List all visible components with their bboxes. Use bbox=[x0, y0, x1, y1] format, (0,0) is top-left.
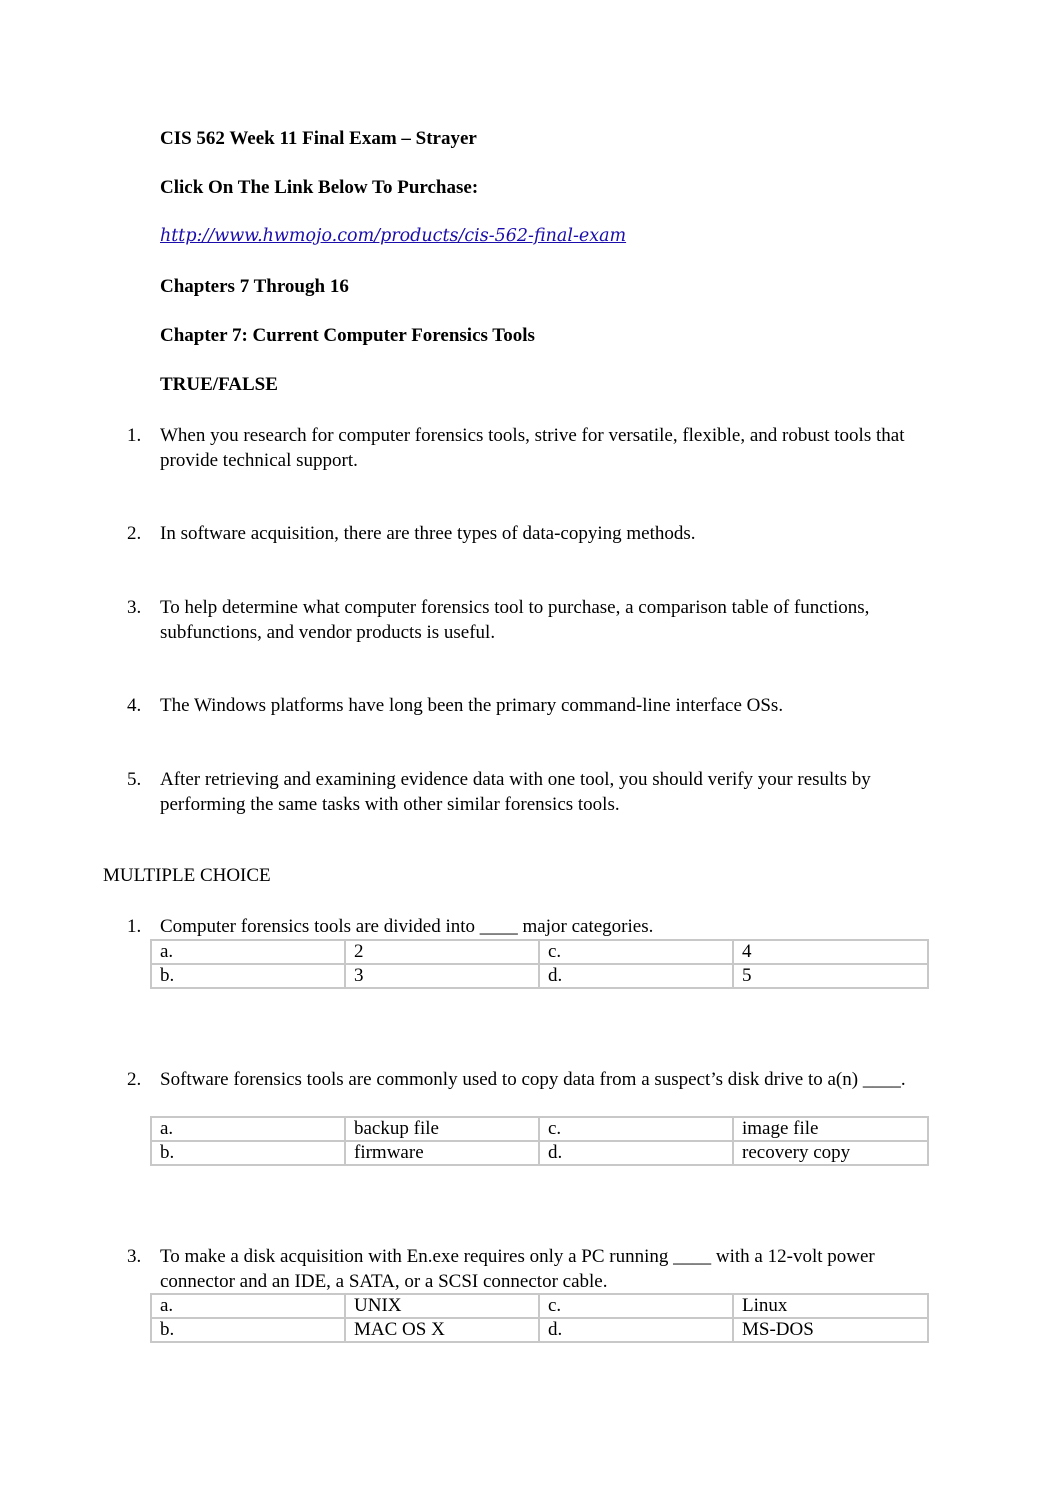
option-value: 5 bbox=[732, 963, 929, 989]
question-text: To help determine what computer forensic… bbox=[160, 597, 870, 643]
option-value: backup file bbox=[344, 1116, 540, 1142]
option-letter: c. bbox=[538, 1293, 734, 1319]
options-row: b. 3 d. 5 bbox=[150, 963, 929, 989]
question-number: 2. bbox=[127, 1069, 142, 1090]
question-number: 1. bbox=[127, 425, 142, 446]
options-row: b. MAC OS X d. MS-DOS bbox=[150, 1317, 929, 1343]
options-row: a. backup file c. image file bbox=[150, 1116, 929, 1142]
question-number: 3. bbox=[127, 597, 142, 618]
true-false-heading: TRUE/FALSE bbox=[160, 374, 278, 395]
option-letter: a. bbox=[150, 1116, 346, 1142]
question-number: 2. bbox=[127, 523, 142, 544]
question-text: Computer forensics tools are divided int… bbox=[160, 916, 654, 937]
question-number: 4. bbox=[127, 695, 142, 716]
document-title: CIS 562 Week 11 Final Exam – Strayer bbox=[160, 128, 477, 149]
option-value: image file bbox=[732, 1116, 929, 1142]
option-letter: c. bbox=[538, 939, 734, 965]
option-value: 4 bbox=[732, 939, 929, 965]
option-letter: d. bbox=[538, 1140, 734, 1166]
question-number: 5. bbox=[127, 769, 142, 790]
question-text: In software acquisition, there are three… bbox=[160, 523, 696, 544]
option-letter: b. bbox=[150, 1317, 346, 1343]
options-row: b. firmware d. recovery copy bbox=[150, 1140, 929, 1166]
option-value: MAC OS X bbox=[344, 1317, 540, 1343]
option-value: recovery copy bbox=[732, 1140, 929, 1166]
option-value: 3 bbox=[344, 963, 540, 989]
option-letter: d. bbox=[538, 1317, 734, 1343]
answer-options-table: a. backup file c. image file b. firmware… bbox=[150, 1116, 929, 1166]
question-number: 1. bbox=[127, 916, 142, 937]
chapters-heading: Chapters 7 Through 16 bbox=[160, 276, 349, 297]
question-number: 3. bbox=[127, 1246, 142, 1267]
option-value: Linux bbox=[732, 1293, 929, 1319]
option-letter: b. bbox=[150, 963, 346, 989]
purchase-prompt: Click On The Link Below To Purchase: bbox=[160, 177, 479, 198]
option-letter: a. bbox=[150, 1293, 346, 1319]
question-text: When you research for computer forensics… bbox=[160, 425, 905, 471]
multiple-choice-heading: MULTIPLE CHOICE bbox=[103, 865, 271, 886]
options-row: a. 2 c. 4 bbox=[150, 939, 929, 965]
question-text: To make a disk acquisition with En.exe r… bbox=[160, 1246, 875, 1292]
option-letter: b. bbox=[150, 1140, 346, 1166]
question-text: The Windows platforms have long been the… bbox=[160, 695, 784, 716]
purchase-link[interactable]: http://www.hwmojo.com/products/cis-562-f… bbox=[160, 226, 626, 246]
question-text: Software forensics tools are commonly us… bbox=[160, 1069, 906, 1090]
options-row: a. UNIX c. Linux bbox=[150, 1293, 929, 1319]
answer-options-table: a. UNIX c. Linux b. MAC OS X d. MS-DOS bbox=[150, 1293, 929, 1343]
option-value: UNIX bbox=[344, 1293, 540, 1319]
question-text: After retrieving and examining evidence … bbox=[160, 769, 871, 815]
option-value: 2 bbox=[344, 939, 540, 965]
option-letter: a. bbox=[150, 939, 346, 965]
option-value: MS-DOS bbox=[732, 1317, 929, 1343]
answer-options-table: a. 2 c. 4 b. 3 d. 5 bbox=[150, 939, 929, 989]
option-letter: c. bbox=[538, 1116, 734, 1142]
option-value: firmware bbox=[344, 1140, 540, 1166]
option-letter: d. bbox=[538, 963, 734, 989]
chapter-title: Chapter 7: Current Computer Forensics To… bbox=[160, 325, 535, 346]
